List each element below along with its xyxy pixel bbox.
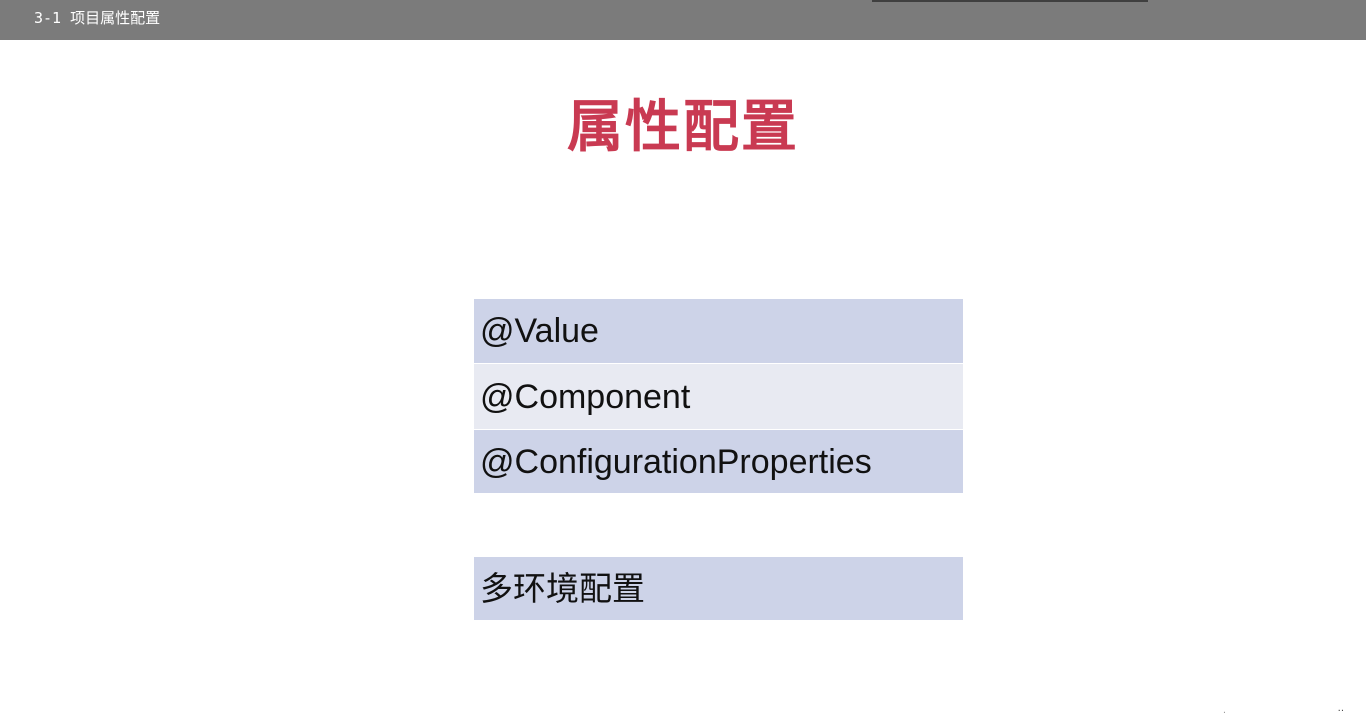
slide-title: 属性配置 [567,95,799,160]
table-row-component: @Component [474,363,963,429]
video-title-bar: 3-1 项目属性配置 [0,0,1366,40]
title-bar-shadow [872,0,1148,2]
table-row-configuration-properties: @ConfigurationProperties [474,429,963,493]
table-row-value: @Value [474,299,963,363]
corner-dots-icon: ·· [1337,706,1344,717]
annotation-table: @Value @Component @ConfigurationProperti… [474,299,963,493]
video-title: 3-1 项目属性配置 [34,9,161,27]
environment-table: 多环境配置 [474,557,963,620]
corner-tick-icon: · [1222,708,1226,719]
table-row-multi-env: 多环境配置 [474,557,963,620]
